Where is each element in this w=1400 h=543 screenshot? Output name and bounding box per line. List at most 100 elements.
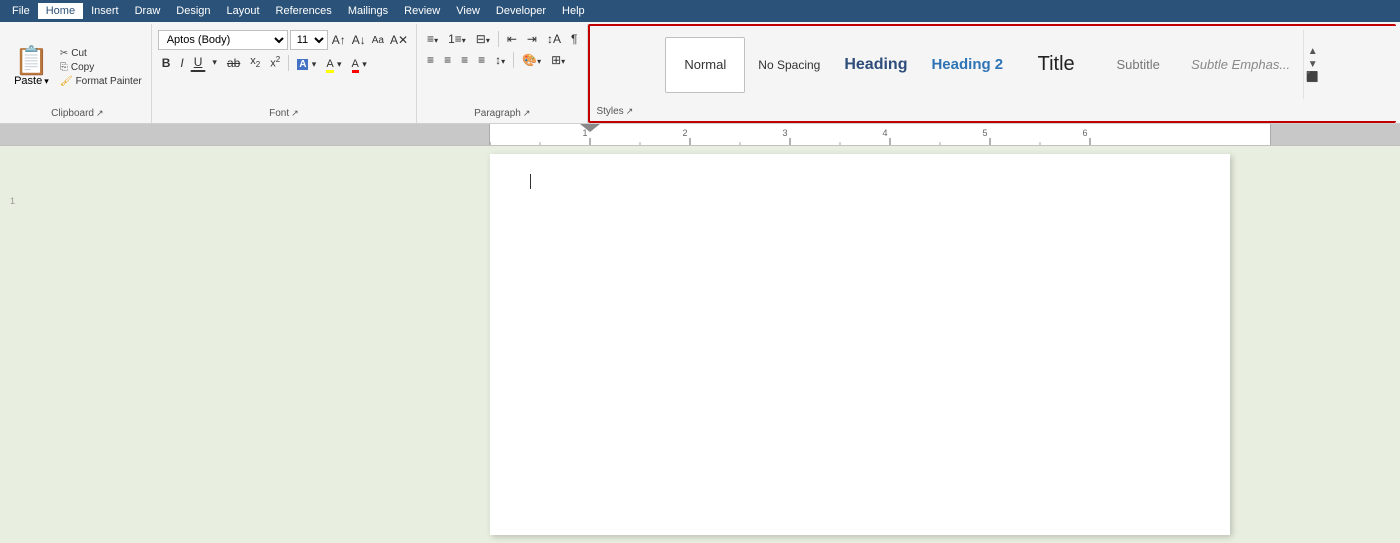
superscript-button[interactable]: x2 <box>266 53 284 72</box>
highlight-color-dropdown-icon[interactable]: ▾ <box>337 59 342 69</box>
italic-button[interactable]: I <box>176 54 187 72</box>
menu-developer[interactable]: Developer <box>488 3 554 19</box>
sort-button[interactable]: ↕A <box>543 30 565 48</box>
style-normal-preview: Normal <box>684 57 726 72</box>
clipboard-expand-icon[interactable]: ↗ <box>96 108 104 119</box>
style-heading2[interactable]: Heading 2 <box>920 37 1014 93</box>
style-subtitle-preview: Subtitle <box>1116 57 1159 72</box>
menu-help[interactable]: Help <box>554 3 593 19</box>
style-title-preview: Title <box>1038 53 1075 76</box>
multilevel-list-button[interactable]: ⊟▾ <box>472 30 494 48</box>
align-right-button[interactable]: ≡ <box>457 51 472 69</box>
menu-home[interactable]: Home <box>38 3 83 19</box>
font-color-button[interactable]: A ▾ <box>348 54 371 72</box>
menu-references[interactable]: References <box>268 3 340 19</box>
paste-dropdown-icon[interactable]: ▾ <box>44 76 49 87</box>
vertical-markers: 1 <box>10 146 15 543</box>
bold-button[interactable]: B <box>158 54 175 72</box>
menu-file[interactable]: File <box>4 3 38 19</box>
ruler-ticks: 1 2 3 4 5 6 <box>490 124 1270 146</box>
format-painter-button[interactable]: 🖌 Format Painter <box>57 75 145 88</box>
paste-button[interactable]: 📋 Paste ▾ <box>10 45 53 89</box>
menu-view[interactable]: View <box>448 3 488 19</box>
styles-expand-launch-icon[interactable]: ↗ <box>626 106 634 117</box>
borders-button[interactable]: ⊞▾ <box>547 51 569 69</box>
ruler-right-margin <box>1270 124 1400 145</box>
menu-draw[interactable]: Draw <box>127 3 169 19</box>
highlight-dropdown-icon[interactable]: ▾ <box>312 59 317 69</box>
subscript-button[interactable]: x2 <box>246 53 264 71</box>
menu-design[interactable]: Design <box>168 3 218 19</box>
font-color-dropdown-icon[interactable]: ▾ <box>362 59 367 69</box>
svg-text:4: 4 <box>882 128 887 138</box>
menu-review[interactable]: Review <box>396 3 448 19</box>
ruler-left-margin <box>0 124 490 145</box>
numbering-button[interactable]: 1≡▾ <box>444 30 470 48</box>
para-sep-1 <box>498 31 499 47</box>
styles-content: Normal No Spacing Heading Heading 2 Titl… <box>661 28 1325 101</box>
style-subtle-emphasis[interactable]: Subtle Emphas... <box>1180 37 1301 93</box>
font-size-select[interactable]: 11 <box>290 30 328 50</box>
font-size-decrease-button[interactable]: A↓ <box>350 33 368 47</box>
copy-button[interactable]: ⎘ Copy <box>57 61 145 74</box>
clipboard-group: 📋 Paste ▾ ✂ Cut ⎘ Copy 🖌 Format Pa <box>4 24 152 123</box>
line-spacing-button[interactable]: ↕▾ <box>491 51 509 69</box>
text-highlight-color-button[interactable]: A ▾ <box>322 54 345 72</box>
text-highlight-button[interactable]: A ▾ <box>293 54 320 72</box>
styles-label: Styles ↗ <box>596 106 1390 119</box>
svg-text:5: 5 <box>982 128 987 138</box>
menu-layout[interactable]: Layout <box>219 3 268 19</box>
document-page[interactable] <box>490 154 1230 535</box>
justify-button[interactable]: ≡ <box>474 51 489 69</box>
style-heading2-preview: Heading 2 <box>931 56 1003 73</box>
copy-icon: ⎘ <box>60 62 68 73</box>
decrease-indent-button[interactable]: ⇤ <box>503 30 521 48</box>
font-case-button[interactable]: Aa <box>370 35 386 46</box>
menu-mailings[interactable]: Mailings <box>340 3 396 19</box>
menu-insert[interactable]: Insert <box>83 3 127 19</box>
styles-down-icon: ▼ <box>1308 59 1318 70</box>
style-heading1[interactable]: Heading <box>833 37 918 93</box>
clear-formatting-button[interactable]: A✕ <box>388 33 410 47</box>
font-size-increase-button[interactable]: A↑ <box>330 33 348 47</box>
font-family-select[interactable]: Aptos (Body) <box>158 30 288 50</box>
svg-text:3: 3 <box>782 128 787 138</box>
style-title[interactable]: Title <box>1016 37 1096 93</box>
align-left-button[interactable]: ≡ <box>423 51 438 69</box>
paragraph-group: ≡▾ 1≡▾ ⊟▾ ⇤ ⇥ ↕A ¶ ≡ ≡ ≡ ≡ ↕▾ 🎨▾ ⊞▾ <box>417 24 588 123</box>
bullets-button[interactable]: ≡▾ <box>423 30 442 48</box>
cut-label: Cut <box>71 48 87 59</box>
cut-button[interactable]: ✂ Cut <box>57 47 145 60</box>
svg-text:1: 1 <box>582 128 587 138</box>
style-normal[interactable]: Normal <box>665 37 745 93</box>
underline-button[interactable]: U <box>190 53 207 72</box>
font-group: Aptos (Body) 11 A↑ A↓ Aa A✕ B I U ▾ ab x… <box>152 24 417 123</box>
style-subtitle[interactable]: Subtitle <box>1098 37 1178 93</box>
styles-group: Normal No Spacing Heading Heading 2 Titl… <box>588 24 1396 123</box>
left-margin: 1 <box>0 146 490 543</box>
svg-text:2: 2 <box>682 128 687 138</box>
increase-indent-button[interactable]: ⇥ <box>523 30 541 48</box>
style-no-spacing-preview: No Spacing <box>758 58 820 72</box>
font-expand-icon[interactable]: ↗ <box>291 108 299 119</box>
ribbon: 📋 Paste ▾ ✂ Cut ⎘ Copy 🖌 Format Pa <box>0 22 1400 124</box>
styles-scroll-up[interactable]: ▲ ▼ ⬛ <box>1303 30 1321 99</box>
dropdown-underline-button[interactable]: ▾ <box>208 55 221 70</box>
show-formatting-button[interactable]: ¶ <box>567 30 581 48</box>
menu-bar: File Home Insert Draw Design Layout Refe… <box>0 0 1400 22</box>
paste-label: Paste <box>14 75 42 87</box>
document-area: 1 <box>0 146 1400 543</box>
paragraph-label: Paragraph ↗ <box>474 108 530 121</box>
style-heading1-preview: Heading <box>844 56 907 74</box>
format-painter-label: Format Painter <box>76 76 142 87</box>
text-cursor <box>530 174 531 189</box>
shading-button[interactable]: 🎨▾ <box>518 51 545 69</box>
styles-up-icon: ▲ <box>1308 46 1318 57</box>
strikethrough-button[interactable]: ab <box>223 54 244 72</box>
font-row-2: B I U ▾ ab x2 x2 A ▾ A ▾ A ▾ <box>158 53 410 72</box>
ruler: 1 2 3 4 5 6 <box>0 124 1400 146</box>
style-no-spacing[interactable]: No Spacing <box>747 37 831 93</box>
paragraph-expand-icon[interactable]: ↗ <box>523 108 531 119</box>
align-center-button[interactable]: ≡ <box>440 51 455 69</box>
paste-icon: 📋 <box>14 47 49 75</box>
